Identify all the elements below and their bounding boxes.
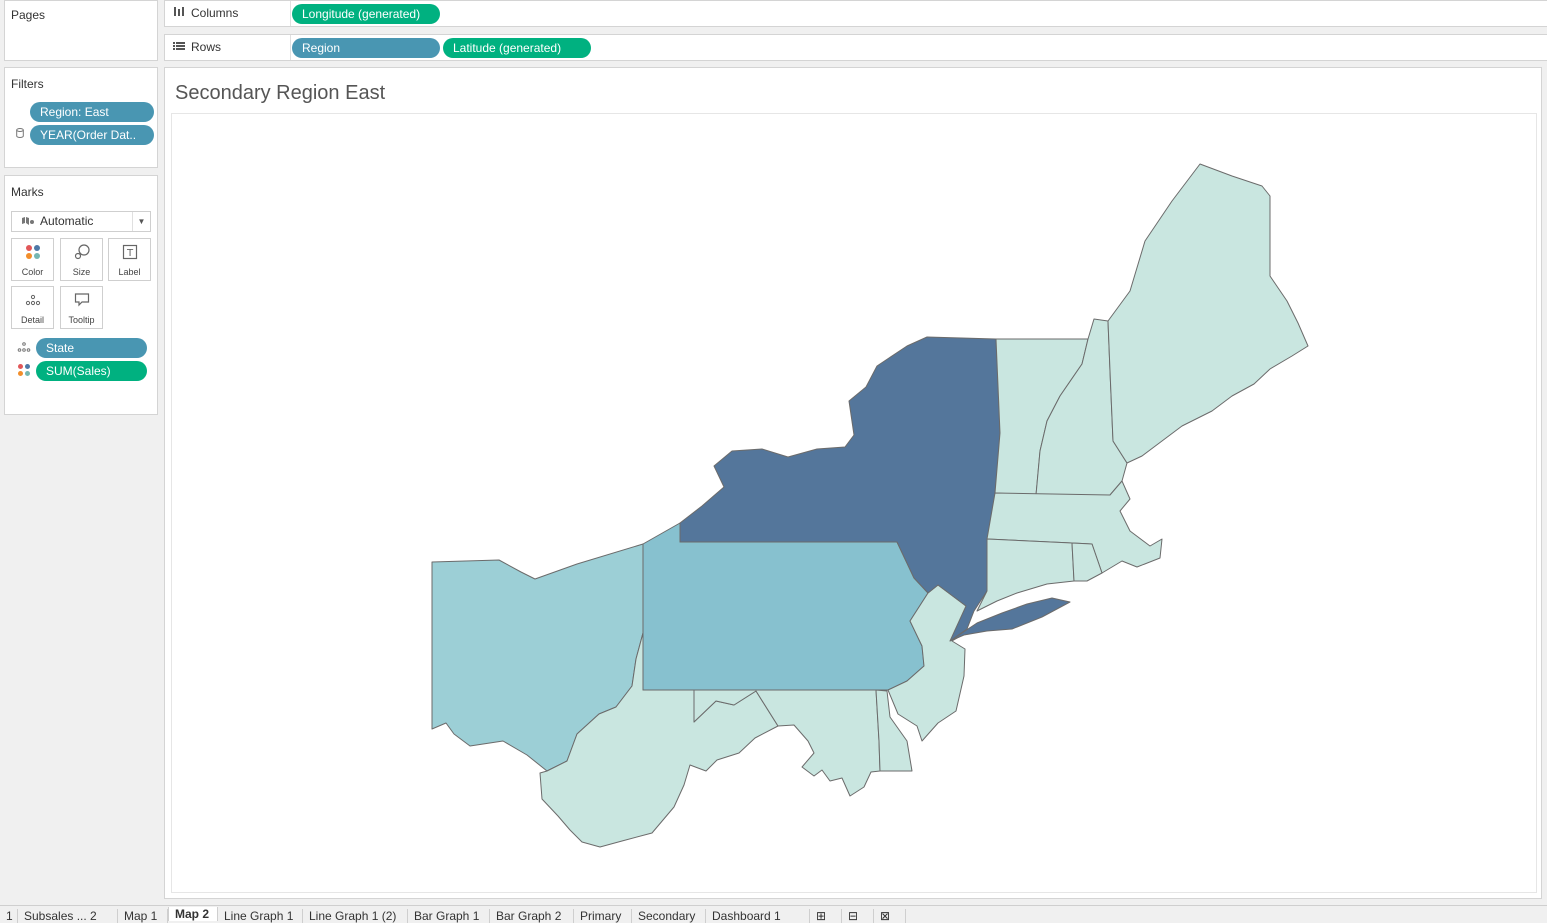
new-story-icon[interactable]: ⊠	[874, 909, 906, 923]
state-maine[interactable]	[1107, 163, 1309, 464]
columns-shelf-label: Columns	[165, 1, 291, 26]
map-frame	[171, 113, 1537, 893]
sheet-tab[interactable]: Primary	[574, 909, 632, 923]
pages-panel[interactable]: Pages	[4, 0, 158, 61]
rows-shelf[interactable]: Rows Region Latitude (generated)	[164, 34, 1547, 61]
columns-label-text: Columns	[191, 6, 239, 20]
marks-color-button[interactable]: Color	[11, 238, 54, 281]
worksheet-view: Secondary Region East	[164, 67, 1542, 899]
filter-pill-year-order-date[interactable]: YEAR(Order Dat..	[30, 125, 154, 145]
sheet-tab[interactable]: Line Graph 1	[218, 909, 303, 923]
filled-map[interactable]	[172, 114, 1536, 892]
sheet-tab[interactable]: Subsales ... 2	[18, 909, 118, 923]
marks-tooltip-button[interactable]: Tooltip	[60, 286, 103, 329]
color-icon	[17, 363, 31, 379]
detail-button-label: Detail	[20, 315, 44, 325]
size-button-label: Size	[72, 267, 91, 277]
map-mark-icon	[21, 212, 35, 235]
size-icon	[61, 244, 102, 266]
chevron-down-icon[interactable]: ▼	[132, 212, 150, 231]
rows-shelf-label: Rows	[165, 35, 291, 60]
sheet-tab-dashboard[interactable]: Dashboard 1	[706, 909, 810, 923]
color-icon	[12, 244, 53, 266]
label-icon: T	[109, 244, 150, 266]
rows-label-text: Rows	[191, 40, 222, 54]
detail-icon	[17, 341, 31, 355]
mark-type-dropdown[interactable]: Automatic ▼	[11, 211, 151, 232]
label-button-label: Label	[118, 267, 141, 277]
tooltip-icon	[61, 292, 102, 314]
view-title: Secondary Region East	[175, 82, 386, 104]
new-dashboard-icon[interactable]: ⊟	[842, 909, 874, 923]
rows-icon	[173, 36, 187, 61]
filters-title: Filters	[11, 77, 44, 91]
rows-pill-region[interactable]: Region	[292, 38, 440, 58]
rows-pill-latitude[interactable]: Latitude (generated)	[443, 38, 591, 58]
svg-text:T: T	[125, 248, 133, 259]
database-icon	[16, 128, 24, 140]
tooltip-button-label: Tooltip	[68, 315, 95, 325]
sheet-tab[interactable]: Line Graph 1 (2)	[303, 909, 408, 923]
filter-pill-region[interactable]: Region: East	[30, 102, 154, 122]
columns-pill-longitude[interactable]: Longitude (generated)	[292, 4, 440, 24]
sheet-tabs-bar: 1 Subsales ... 2 Map 1 Map 2 Line Graph …	[0, 905, 1547, 923]
marks-field-sum-sales[interactable]: SUM(Sales)	[36, 361, 147, 381]
pages-title: Pages	[11, 8, 46, 22]
detail-icon	[12, 292, 53, 314]
mark-type-value: Automatic	[40, 214, 94, 228]
color-button-label: Color	[21, 267, 44, 277]
columns-icon	[173, 2, 187, 27]
marks-title: Marks	[11, 185, 44, 199]
filters-panel: Filters Region: East YEAR(Order Dat..	[4, 67, 158, 168]
marks-detail-button[interactable]: Detail	[11, 286, 54, 329]
marks-label-button[interactable]: T Label	[108, 238, 151, 281]
sheet-tab[interactable]: Bar Graph 2	[490, 909, 574, 923]
marks-field-state[interactable]: State	[36, 338, 147, 358]
columns-shelf[interactable]: Columns Longitude (generated)	[164, 0, 1547, 27]
sheet-tab[interactable]: Bar Graph 1	[408, 909, 490, 923]
new-worksheet-icon[interactable]: ⊞	[810, 909, 842, 923]
sheet-tab[interactable]: Map 1	[118, 909, 168, 923]
sheet-tab[interactable]: Secondary	[632, 909, 706, 923]
sheet-tab[interactable]: 1	[0, 909, 18, 923]
marks-size-button[interactable]: Size	[60, 238, 103, 281]
state-pennsylvania[interactable]	[642, 522, 929, 691]
